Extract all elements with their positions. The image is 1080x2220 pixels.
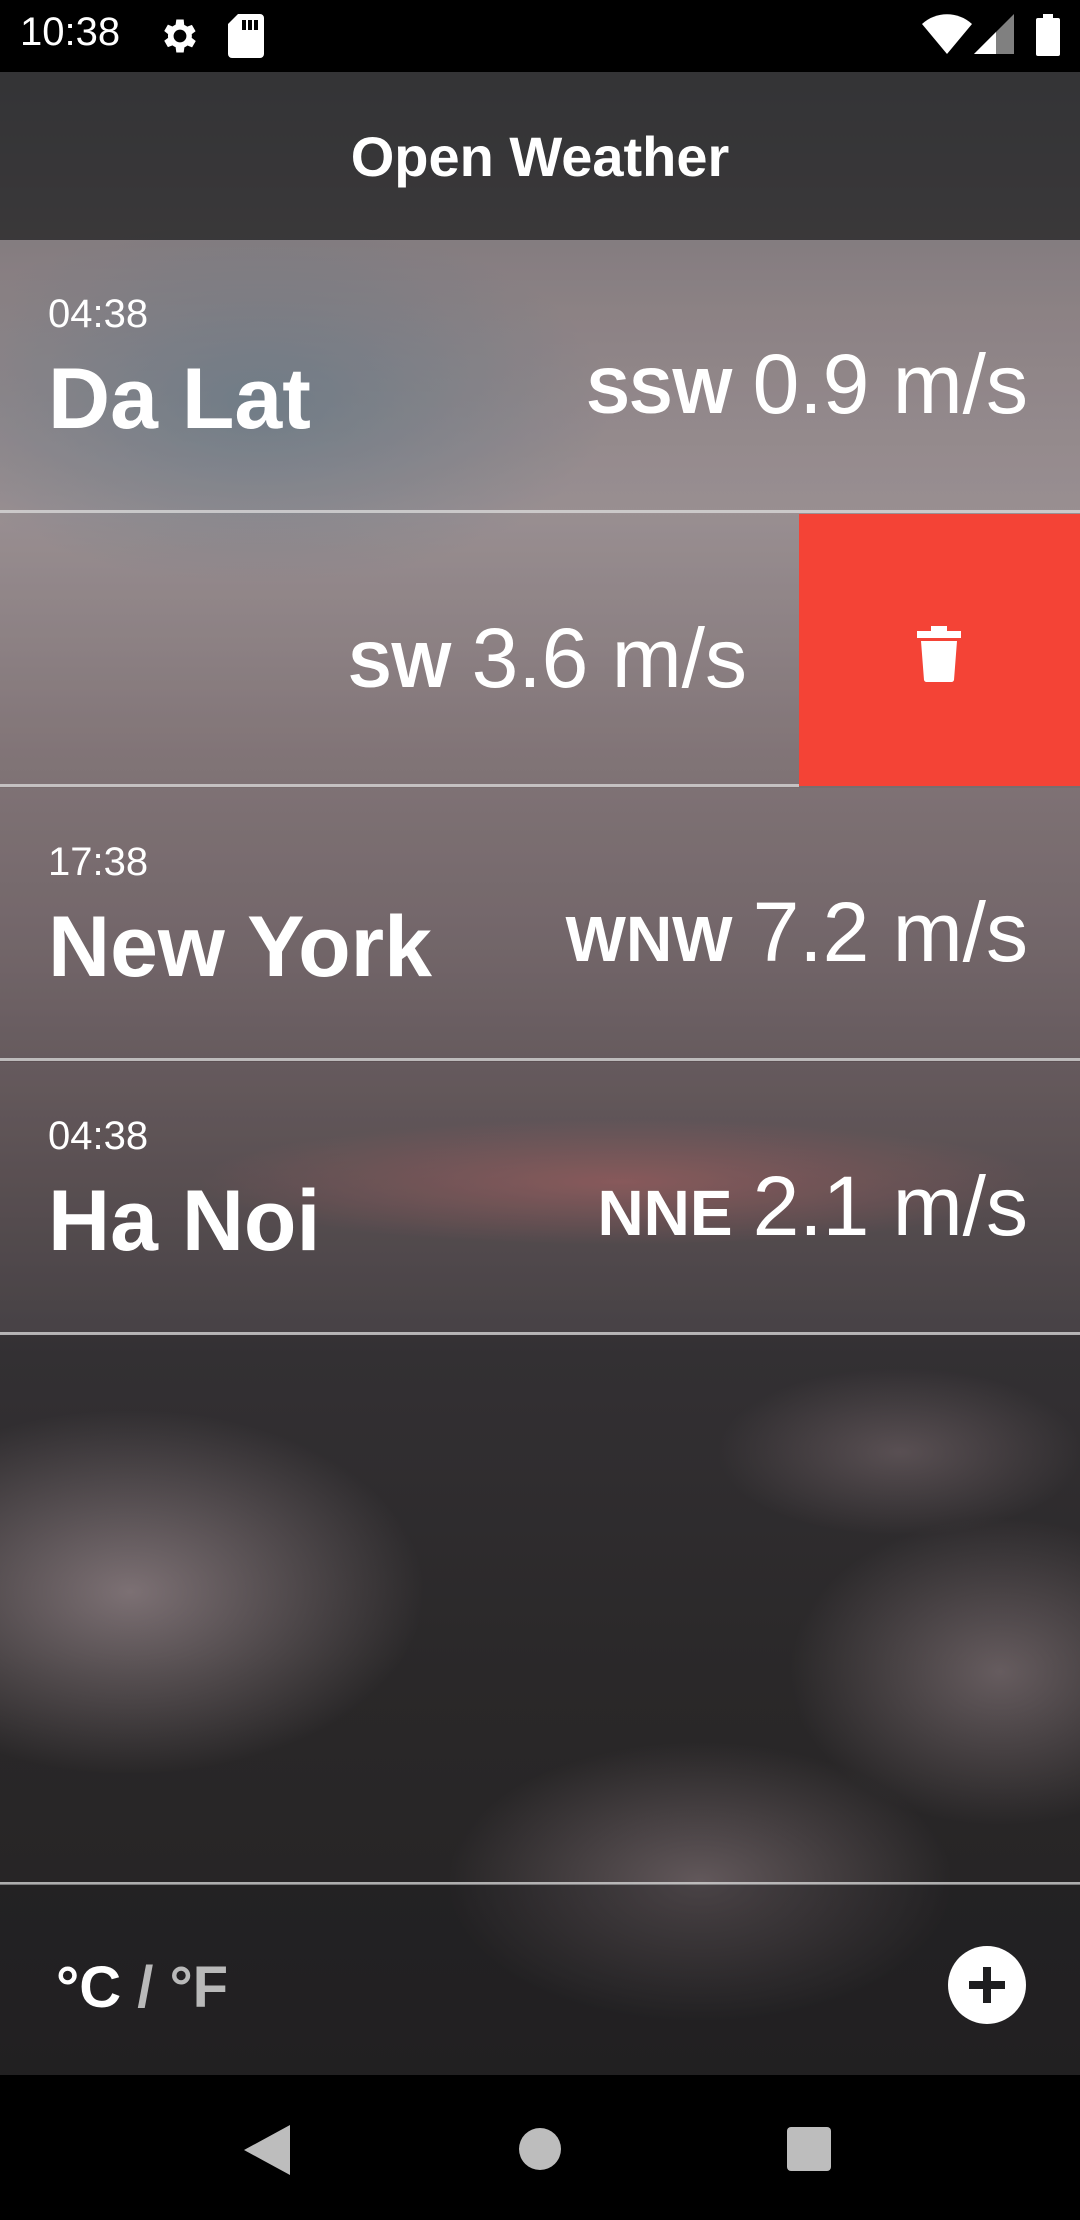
wind-info: NNE 2.1 m/s <box>597 1158 1028 1255</box>
wind-speed: 2.1 m/s <box>752 1159 1028 1253</box>
wind-info: SW 3.6 m/s <box>348 610 747 707</box>
city-time: 04:38 <box>48 292 149 336</box>
delete-button[interactable] <box>799 514 1080 786</box>
add-city-button[interactable] <box>948 1946 1026 2024</box>
city-name: Da Lat <box>48 351 311 447</box>
city-time: 04:38 <box>48 1114 149 1158</box>
wind-speed: 0.9 m/s <box>752 337 1028 431</box>
divider <box>0 1332 1080 1335</box>
wind-speed: 7.2 m/s <box>752 885 1028 979</box>
wind-direction: NNE <box>597 1177 733 1249</box>
divider <box>0 510 1080 513</box>
recents-icon[interactable] <box>787 2127 831 2176</box>
sd-card-icon <box>228 14 264 63</box>
city-row[interactable]: 04:38 Da Lat SSW 0.9 m/s <box>0 240 1080 512</box>
city-time: 17:38 <box>48 840 149 884</box>
wind-info: WNW 7.2 m/s <box>566 884 1028 981</box>
navigation-bar <box>0 2075 1080 2220</box>
divider <box>0 1058 1080 1061</box>
divider <box>0 784 799 787</box>
home-icon[interactable] <box>518 2127 562 2176</box>
wind-direction: SSW <box>586 355 733 427</box>
city-name: Ha Noi <box>48 1173 321 1269</box>
gear-icon <box>158 14 202 63</box>
app-title: Open Weather <box>350 125 730 188</box>
city-name: New York <box>48 899 432 995</box>
wind-info: SSW 0.9 m/s <box>587 336 1028 433</box>
wind-speed: 3.6 m/s <box>471 611 747 705</box>
wind-direction: SW <box>348 629 452 701</box>
unit-fahrenheit[interactable]: °F <box>169 1955 228 2020</box>
app-bar: Open Weather <box>0 72 1080 240</box>
trash-icon <box>917 626 961 687</box>
unit-separator: / <box>137 1955 154 2020</box>
city-row[interactable]: 17:38 New York WNW 7.2 m/s <box>0 788 1080 1060</box>
back-icon[interactable] <box>244 2125 290 2180</box>
bottom-bar: °C / °F <box>0 1884 1080 2075</box>
signal-icon <box>974 14 1014 59</box>
unit-toggle[interactable]: °C / °F <box>56 1954 228 2021</box>
add-circle-icon <box>967 1965 1007 2010</box>
status-bar: 10:38 <box>0 0 1080 72</box>
unit-celsius[interactable]: °C <box>56 1955 121 2020</box>
wifi-icon <box>922 14 972 59</box>
wind-direction: WNW <box>565 903 733 975</box>
battery-icon <box>1036 14 1060 61</box>
city-row[interactable]: 04:38 Ha Noi NNE 2.1 m/s <box>0 1062 1080 1334</box>
city-row-swiped[interactable]: SW 3.6 m/s <box>0 514 799 786</box>
status-time: 10:38 <box>20 10 121 54</box>
